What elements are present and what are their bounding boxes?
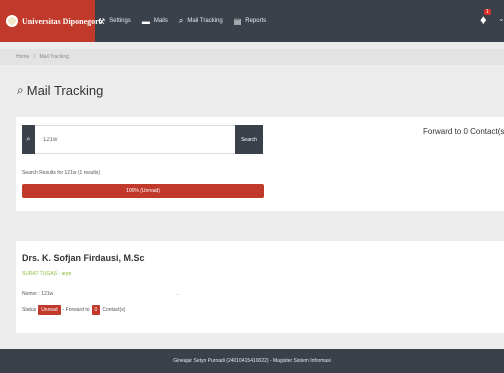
nav-item-reports[interactable]: ▤ Reports <box>234 17 267 26</box>
breadcrumb-home[interactable]: Home <box>16 54 29 60</box>
forward-suffix: Contact(s) <box>102 307 126 313</box>
read-status-progress-bar: 100% (Unread) <box>22 184 264 198</box>
chevron-down-icon[interactable]: ⌄ <box>498 14 504 23</box>
nav-item-mails[interactable]: ▬ Mails <box>142 17 168 26</box>
recipient-name[interactable]: Drs. K. Sofjan Firdausi, M.Sc <box>22 253 145 263</box>
mail-number-label: Nomor <box>22 291 38 297</box>
mail-number: Nomor : 121w <box>22 291 53 297</box>
mail-number-dots: ... <box>176 291 181 297</box>
top-navbar: Universitas Diponegoro ⚒ Settings ▬ Mail… <box>0 0 504 42</box>
envelope-icon: ▬ <box>141 16 150 26</box>
result-item: Drs. K. Sofjan Firdausi, M.Sc SURAT TUGA… <box>16 241 504 333</box>
breadcrumb: Home / Mail Tracking <box>0 49 504 65</box>
report-icon: ▤ <box>233 16 242 26</box>
page-title: ⌕ Mail Tracking <box>17 83 103 98</box>
forward-count-badge: 0 <box>91 305 101 315</box>
status-badge: Unread <box>38 305 61 315</box>
university-logo-icon <box>6 15 18 27</box>
search-form: ⌕ Search <box>22 125 263 154</box>
brand-name: Universitas Diponegoro <box>22 16 103 26</box>
progress-fill: 100% (Unread) <box>22 184 264 198</box>
search-icon: ⌕ <box>178 16 184 25</box>
mail-number-value: : 121w <box>38 291 54 297</box>
search-panel: ⌕ Search Search Results for 121w (1 resu… <box>16 117 504 211</box>
breadcrumb-separator: / <box>33 54 36 60</box>
page-title-text: Mail Tracking <box>26 83 104 98</box>
search-icon: ⌕ <box>22 125 35 154</box>
nav-item-settings[interactable]: ⚒ Settings <box>98 17 131 26</box>
status-label: Status <box>22 307 37 313</box>
nav-item-label: Mail Tracking <box>187 18 223 24</box>
nav-item-label: Settings <box>109 18 131 24</box>
wrench-icon: ⚒ <box>98 16 106 26</box>
search-results-summary: Search Results for 121w (1 results) <box>22 170 101 176</box>
nav-item-label: Reports <box>245 18 267 24</box>
search-button[interactable]: Search <box>235 125 263 154</box>
main-nav: ⚒ Settings ▬ Mails ⌕ Mail Tracking ▤ Rep… <box>98 0 277 42</box>
footer: Gineajar Setyo Purnadi (24010415410022) … <box>0 349 504 373</box>
footer-text: Gineajar Setyo Purnadi (24010415410022) … <box>173 358 331 364</box>
brand[interactable]: Universitas Diponegoro <box>0 0 103 42</box>
mail-type-tag: SURAT TUGAS - arpe <box>22 271 72 277</box>
search-input[interactable] <box>35 125 235 154</box>
forward-summary: Forward to 0 Contact(s) <box>423 127 504 136</box>
nav-item-mail-tracking[interactable]: ⌕ Mail Tracking <box>179 16 223 26</box>
breadcrumb-current: Mail Tracking <box>39 54 69 60</box>
forward-prefix: - Forward to <box>62 307 90 313</box>
mail-status-row: Status Unread - Forward to 0 Contact(s) <box>22 305 125 315</box>
search-icon: ⌕ <box>17 83 24 97</box>
notification-count-badge: 1 <box>484 9 491 15</box>
nav-item-label: Mails <box>153 18 168 24</box>
